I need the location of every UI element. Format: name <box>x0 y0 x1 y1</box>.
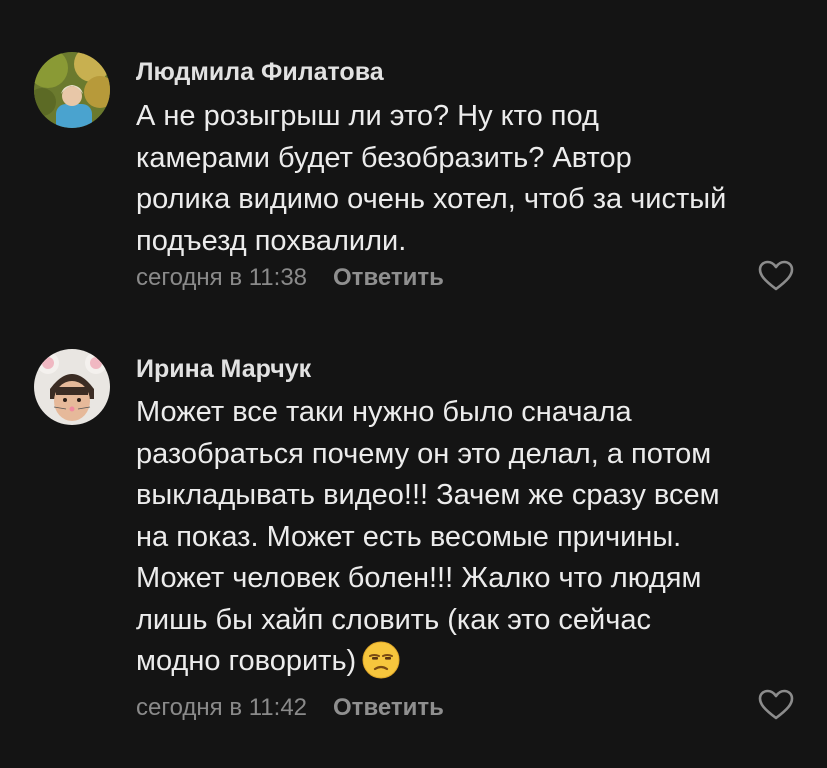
comment-author[interactable]: Ирина Марчук <box>136 355 311 384</box>
avatar-photo-icon <box>34 349 110 425</box>
comment-author[interactable]: Людмила Филатова <box>136 58 384 87</box>
comment-text-line: камерами будет безобразить? Автор <box>136 141 632 174</box>
comment-meta: сегодня в 11:42 Ответить <box>136 694 444 722</box>
like-button[interactable] <box>758 260 794 292</box>
comments-list: Людмила Филатова А не розыгрыш ли это? Н… <box>0 0 827 768</box>
comment-text-line: Может человек болен!!! Жалко что людям <box>136 562 702 594</box>
comment-text-line: выкладывать видео!!! Зачем же сразу всем <box>136 479 720 511</box>
comment-text-line: модно говорить) <box>136 645 357 677</box>
comment-text-line-last: модно говорить) <box>136 641 796 683</box>
avatar[interactable] <box>34 349 110 425</box>
avatar[interactable] <box>34 52 110 128</box>
avatar-photo-icon <box>34 52 110 128</box>
comment-text-line: ролика видимо очень хотел, чтоб за чисты… <box>136 183 727 215</box>
comment-text-line: лишь бы хайп словить (как это сейчас <box>136 603 651 636</box>
like-button[interactable] <box>758 689 794 721</box>
comment-timestamp: сегодня в 11:38 <box>136 264 308 291</box>
comment-text-line: Может все таки нужно было сначала <box>136 396 632 428</box>
comment-text-line: подъезд похвалили. <box>136 224 407 257</box>
heart-outline-icon <box>758 689 794 720</box>
comment-text: Может все таки нужно было сначала разобр… <box>136 392 796 683</box>
unamused-face-icon <box>362 641 400 679</box>
comment-timestamp: сегодня в 11:42 <box>136 694 308 721</box>
comment-text-line: разобраться почему он это делал, а потом <box>136 437 712 470</box>
heart-outline-icon <box>758 260 794 291</box>
comment-text-line: на показ. Может есть весомые причины. <box>136 520 682 553</box>
comment-text: А не розыгрыш ли это? Ну кто под камерам… <box>136 96 796 262</box>
comment-text-line: А не розыгрыш ли это? Ну кто под <box>136 100 599 132</box>
reply-button[interactable]: Ответить <box>333 264 444 291</box>
reply-button[interactable]: Ответить <box>333 694 444 721</box>
comment-meta: сегодня в 11:38 Ответить <box>136 264 444 292</box>
